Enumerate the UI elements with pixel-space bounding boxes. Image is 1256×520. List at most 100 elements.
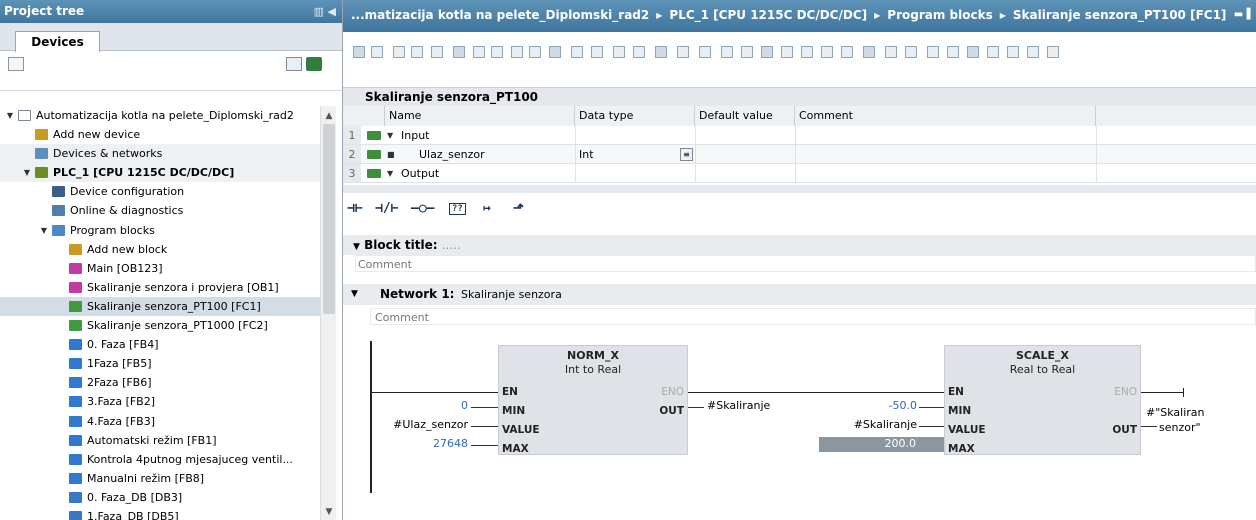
tree-item[interactable]: ▼ Program blocks: [0, 221, 320, 240]
expand-icon[interactable]: ▼: [387, 126, 393, 145]
tree-item[interactable]: Skaliranje senzora_PT1000 [FC2]: [0, 316, 320, 335]
toolbar-icon[interactable]: [549, 46, 561, 58]
scale-min-value[interactable]: -50.0: [889, 399, 917, 412]
scroll-thumb[interactable]: [323, 124, 335, 314]
toolbar-icon[interactable]: [591, 46, 603, 58]
scale-x-box[interactable]: SCALE_X Real to Real EN ENO MIN VALUE OU…: [944, 345, 1141, 455]
open-branch-icon[interactable]: ↦: [483, 201, 491, 216]
splitter[interactable]: [343, 185, 1256, 193]
tree-item[interactable]: 4.Faza [FB3]: [0, 412, 320, 431]
tree-item[interactable]: Devices & networks: [0, 144, 320, 164]
toolbar-icon[interactable]: [1047, 46, 1059, 58]
toolbar-icon[interactable]: [885, 46, 897, 58]
network-comment[interactable]: Comment: [370, 308, 1256, 325]
toolbar-icon[interactable]: [371, 46, 383, 58]
tree-item[interactable]: Kontrola 4putnog mjesajuceg ventil...: [0, 450, 320, 469]
overview-icon[interactable]: [8, 57, 24, 71]
header-default-value[interactable]: Default value: [695, 106, 795, 126]
tree-item[interactable]: ▼ Automatizacija kotla na pelete_Diplomsk…: [0, 106, 320, 125]
toolbar-icon[interactable]: [863, 46, 875, 58]
toolbar-icon[interactable]: [677, 46, 689, 58]
block-comment[interactable]: Comment: [355, 255, 1256, 272]
tree-item[interactable]: 1.Faza_DB [DB5]: [0, 507, 320, 520]
scale-out-operand-1[interactable]: #"Skaliran: [1146, 406, 1205, 419]
tree-item[interactable]: Skaliranje senzora i provjera [OB1]: [0, 278, 320, 297]
download-icon[interactable]: [306, 57, 322, 71]
tree-item[interactable]: Add new block: [0, 240, 320, 259]
header-name[interactable]: Name: [385, 106, 575, 126]
header-comment[interactable]: Comment: [795, 106, 1096, 126]
param-name[interactable]: Input: [401, 126, 429, 145]
toolbar-icon[interactable]: [987, 46, 999, 58]
tree-scrollbar[interactable]: ▲ ▼: [320, 106, 336, 520]
tree-item[interactable]: Device configuration: [0, 182, 320, 201]
norm-value-operand[interactable]: #Ulaz_senzor: [393, 418, 468, 431]
toolbar-icon[interactable]: [841, 46, 853, 58]
norm-x-box[interactable]: NORM_X Int to Real EN ENO MIN OUT VALUE …: [498, 345, 688, 455]
tree-item[interactable]: Automatski režim [FB1]: [0, 431, 320, 450]
scale-x-type[interactable]: Real to Real: [945, 363, 1140, 377]
breadcrumb-program-blocks[interactable]: Program blocks: [887, 8, 992, 22]
expand-icon[interactable]: ■: [387, 145, 395, 164]
toolbar-icon[interactable]: [613, 46, 625, 58]
header-data-type[interactable]: Data type: [575, 106, 695, 126]
toolbar-icon[interactable]: [411, 46, 423, 58]
toolbar-icon[interactable]: [571, 46, 583, 58]
panel-controls[interactable]: ▥ ◀: [314, 0, 336, 23]
expand-icon[interactable]: ▼: [387, 164, 393, 183]
toolbar-icon[interactable]: [761, 46, 773, 58]
no-contact-icon[interactable]: ⊣⊢: [347, 201, 363, 216]
network-title[interactable]: Skaliranje senzora: [461, 284, 562, 305]
expand-icon[interactable]: ▼: [40, 221, 48, 240]
scroll-up-icon[interactable]: ▲: [321, 108, 337, 124]
toolbar-icon[interactable]: [927, 46, 939, 58]
tab-devices[interactable]: Devices: [15, 31, 100, 52]
scale-out-operand-2[interactable]: senzor": [1159, 421, 1201, 434]
toolbar-icon[interactable]: [781, 46, 793, 58]
interface-row[interactable]: 3 ▼ Output: [343, 164, 1256, 183]
tree-item[interactable]: Skaliranje senzora_PT100 [FC1]: [0, 296, 320, 317]
param-name[interactable]: Ulaz_senzor: [419, 145, 485, 164]
tree-item[interactable]: Online & diagnostics: [0, 201, 320, 220]
breadcrumb-block[interactable]: Skaliranje senzora_PT100 [FC1]: [1013, 8, 1227, 22]
param-name[interactable]: Output: [401, 164, 439, 183]
toolbar-icon[interactable]: [1027, 46, 1039, 58]
tree-item[interactable]: Manualni režim [FB8]: [0, 469, 320, 488]
tree-item[interactable]: 0. Faza [FB4]: [0, 335, 320, 354]
tree-item[interactable]: 0. Faza_DB [DB3]: [0, 488, 320, 507]
close-branch-icon[interactable]: ⬏: [513, 201, 524, 216]
tree-item[interactable]: 1Faza [FB5]: [0, 354, 320, 373]
toolbar-icon[interactable]: [473, 46, 485, 58]
tree-item[interactable]: Add new device: [0, 125, 320, 144]
toolbar-icon[interactable]: [393, 46, 405, 58]
toolbar-icon[interactable]: [1007, 46, 1019, 58]
toolbar-icon[interactable]: [431, 46, 443, 58]
toolbar-icon[interactable]: [699, 46, 711, 58]
toolbar-icon[interactable]: [947, 46, 959, 58]
tree-item[interactable]: 3.Faza [FB2]: [0, 392, 320, 411]
expand-icon[interactable]: ▼: [6, 106, 14, 125]
interface-row[interactable]: 1 ▼ Input: [343, 126, 1256, 145]
scroll-down-icon[interactable]: ▼: [321, 504, 337, 520]
norm-max-value[interactable]: 27648: [433, 437, 468, 450]
block-title-bar[interactable]: ▼ Block title: .....: [343, 235, 1256, 255]
tree-item[interactable]: 2Faza [FB6]: [0, 373, 320, 392]
toolbar-icon[interactable]: [721, 46, 733, 58]
toolbar-icon[interactable]: [529, 46, 541, 58]
tree-item[interactable]: Main [OB123]: [0, 259, 320, 278]
nc-contact-icon[interactable]: ⊣/⊢: [375, 201, 398, 216]
expand-icon[interactable]: ▼: [23, 163, 31, 182]
norm-x-type[interactable]: Int to Real: [499, 363, 687, 377]
toolbar-icon[interactable]: [353, 46, 365, 58]
toolbar-icon[interactable]: [655, 46, 667, 58]
scale-value-operand[interactable]: #Skaliranje: [854, 418, 917, 431]
block-title-value[interactable]: .....: [442, 238, 461, 252]
toolbar-icon[interactable]: [491, 46, 503, 58]
tree-item[interactable]: ▼ PLC_1 [CPU 1215C DC/DC/DC]: [0, 163, 320, 183]
toolbar-icon[interactable]: [821, 46, 833, 58]
collapse-icon[interactable]: ▼: [351, 284, 358, 305]
scale-max-field[interactable]: [819, 437, 944, 452]
breadcrumb-plc[interactable]: PLC_1 [CPU 1215C DC/DC/DC]: [669, 8, 867, 22]
toolbar-icon[interactable]: [801, 46, 813, 58]
breadcrumb-project[interactable]: ...matizacija kotla na pelete_Diplomski_…: [351, 8, 649, 22]
